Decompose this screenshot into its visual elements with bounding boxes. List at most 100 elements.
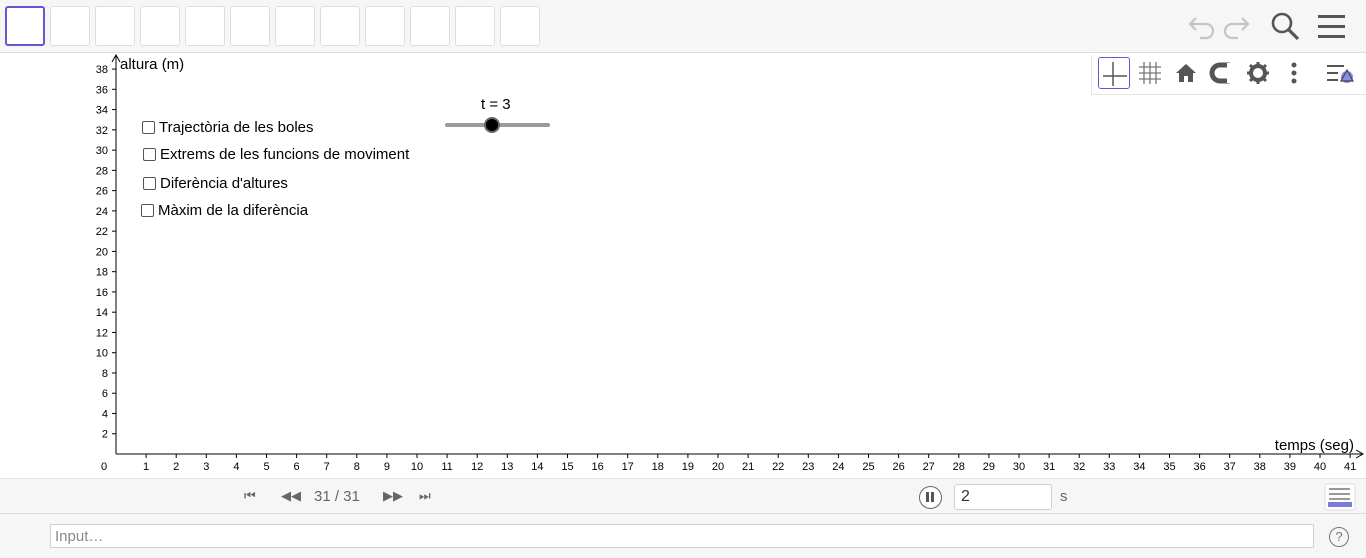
tool-button[interactable] (140, 6, 180, 46)
x-tick-label: 39 (1284, 461, 1296, 473)
x-tick-label: 27 (923, 461, 935, 473)
x-tick-label: 11 (441, 461, 452, 473)
tool-button[interactable] (410, 6, 450, 46)
x-tick-label: 40 (1314, 461, 1326, 473)
y-tick-label: 10 (96, 348, 108, 360)
speed-unit-label: s (1060, 488, 1068, 505)
y-tick-label: 16 (96, 287, 108, 299)
checkbox-label: Diferència d'altures (160, 175, 288, 192)
tool-button[interactable] (275, 6, 315, 46)
menu-icon[interactable] (1315, 10, 1349, 44)
help-icon[interactable]: ? (1329, 527, 1349, 547)
tool-button[interactable] (500, 6, 540, 46)
grid-icon[interactable] (1134, 57, 1166, 89)
graphics-view[interactable]: 0 1 2 3 4 5 6 7 8 9 10 11 12 13 14 15 16 17 18 19 20 21 22 23 24… (0, 53, 1366, 478)
tool-button-move[interactable] (5, 6, 45, 46)
y-tick-label: 4 (102, 408, 108, 420)
graphics-style-icon[interactable] (1324, 57, 1356, 89)
home-icon[interactable] (1170, 57, 1202, 89)
x-tick-label: 9 (384, 461, 390, 473)
y-tick-label: 20 (96, 246, 108, 258)
previous-page-button[interactable]: ◀◀ (281, 488, 301, 504)
x-tick-label: 26 (892, 461, 904, 473)
y-tick-label: 26 (96, 186, 108, 198)
x-tick-label: 2 (173, 461, 179, 473)
tool-button[interactable] (185, 6, 225, 46)
origin-label: 0 (101, 461, 107, 473)
search-icon[interactable] (1268, 10, 1302, 44)
checkbox-extrems[interactable]: Extrems de les funcions de moviment (143, 146, 409, 163)
x-tick-label: 8 (354, 461, 360, 473)
y-tick-label: 14 (96, 307, 108, 319)
x-tick-label: 5 (263, 461, 269, 473)
x-tick-label: 31 (1043, 461, 1055, 473)
y-tick-label: 30 (96, 145, 108, 157)
slider-knob[interactable] (484, 117, 500, 133)
speed-input[interactable] (954, 484, 1052, 510)
first-page-button[interactable]: ⏮ (244, 488, 256, 504)
checkbox-box[interactable] (141, 204, 154, 217)
y-tick-label: 34 (96, 105, 108, 117)
x-tick-label: 22 (772, 461, 784, 473)
x-tick-label: 30 (1013, 461, 1025, 473)
input-bar: ? (0, 514, 1366, 558)
y-axis-label: altura (m) (120, 56, 184, 73)
geogebra-app: 0 1 2 3 4 5 6 7 8 9 10 11 12 13 14 15 16 17 18 19 20 21 22 23 24… (0, 0, 1366, 558)
algebra-input[interactable] (50, 524, 1314, 548)
x-tick-label: 37 (1224, 461, 1236, 473)
axes-icon[interactable] (1098, 57, 1130, 89)
slider-label: t = 3 (481, 96, 511, 113)
redo-icon[interactable] (1220, 10, 1254, 44)
tool-button[interactable] (455, 6, 495, 46)
x-tick-label: 35 (1163, 461, 1175, 473)
checkbox-label: Trajectòria de les boles (159, 119, 314, 136)
x-tick-label: 4 (233, 461, 239, 473)
x-tick-label: 1 (143, 461, 149, 473)
x-tick-label: 29 (983, 461, 995, 473)
page-counter: 31 / 31 (314, 488, 360, 505)
x-tick-label: 38 (1254, 461, 1266, 473)
checkbox-diferencia[interactable]: Diferència d'altures (143, 175, 288, 192)
coordinate-plane[interactable]: 0 1 2 3 4 5 6 7 8 9 10 11 12 13 14 15 16 17 18 19 20 21 22 23 24… (0, 53, 1366, 478)
y-tick-label: 36 (96, 84, 108, 96)
pause-icon (926, 492, 934, 502)
x-tick-label: 32 (1073, 461, 1085, 473)
x-tick-label: 7 (324, 461, 330, 473)
y-tick-label: 8 (102, 368, 108, 380)
tool-button[interactable] (50, 6, 90, 46)
magnet-icon[interactable] (1206, 57, 1238, 89)
checkbox-box[interactable] (143, 177, 156, 190)
pause-button[interactable] (919, 486, 942, 509)
y-tick-label: 12 (96, 327, 108, 339)
animation-bar: ⏮ ◀◀ 31 / 31 ▶▶ ⏭ s (0, 478, 1366, 514)
tool-button[interactable] (95, 6, 135, 46)
x-tick-label: 18 (652, 461, 664, 473)
undo-icon[interactable] (1184, 10, 1218, 44)
y-tick-label: 6 (102, 388, 108, 400)
x-tick-label: 12 (471, 461, 483, 473)
checkbox-box[interactable] (143, 148, 156, 161)
x-tick-label: 19 (682, 461, 694, 473)
y-tick-label: 38 (96, 64, 108, 76)
main-toolbar (0, 0, 1366, 53)
x-tick-label: 17 (622, 461, 634, 473)
y-tick-label: 32 (96, 125, 108, 137)
checkbox-label: Extrems de les funcions de moviment (160, 146, 410, 163)
next-page-button[interactable]: ▶▶ (383, 488, 403, 504)
tool-button[interactable] (320, 6, 360, 46)
tool-button[interactable] (365, 6, 405, 46)
graphics-style-bar (1091, 55, 1366, 95)
x-tick-label: 28 (953, 461, 965, 473)
tool-button[interactable] (230, 6, 270, 46)
checkbox-box[interactable] (142, 121, 155, 134)
gear-icon[interactable] (1242, 57, 1274, 89)
x-tick-label: 3 (203, 461, 209, 473)
x-tick-label: 13 (501, 461, 513, 473)
x-tick-label: 20 (712, 461, 724, 473)
last-page-button[interactable]: ⏭ (419, 488, 431, 504)
x-tick-label: 23 (802, 461, 814, 473)
algebra-view-icon[interactable] (1324, 483, 1356, 511)
checkbox-maxim[interactable]: Màxim de la diferència (141, 202, 308, 219)
more-vertical-icon[interactable] (1278, 57, 1310, 89)
checkbox-trajectoria[interactable]: Trajectòria de les boles (142, 119, 314, 136)
